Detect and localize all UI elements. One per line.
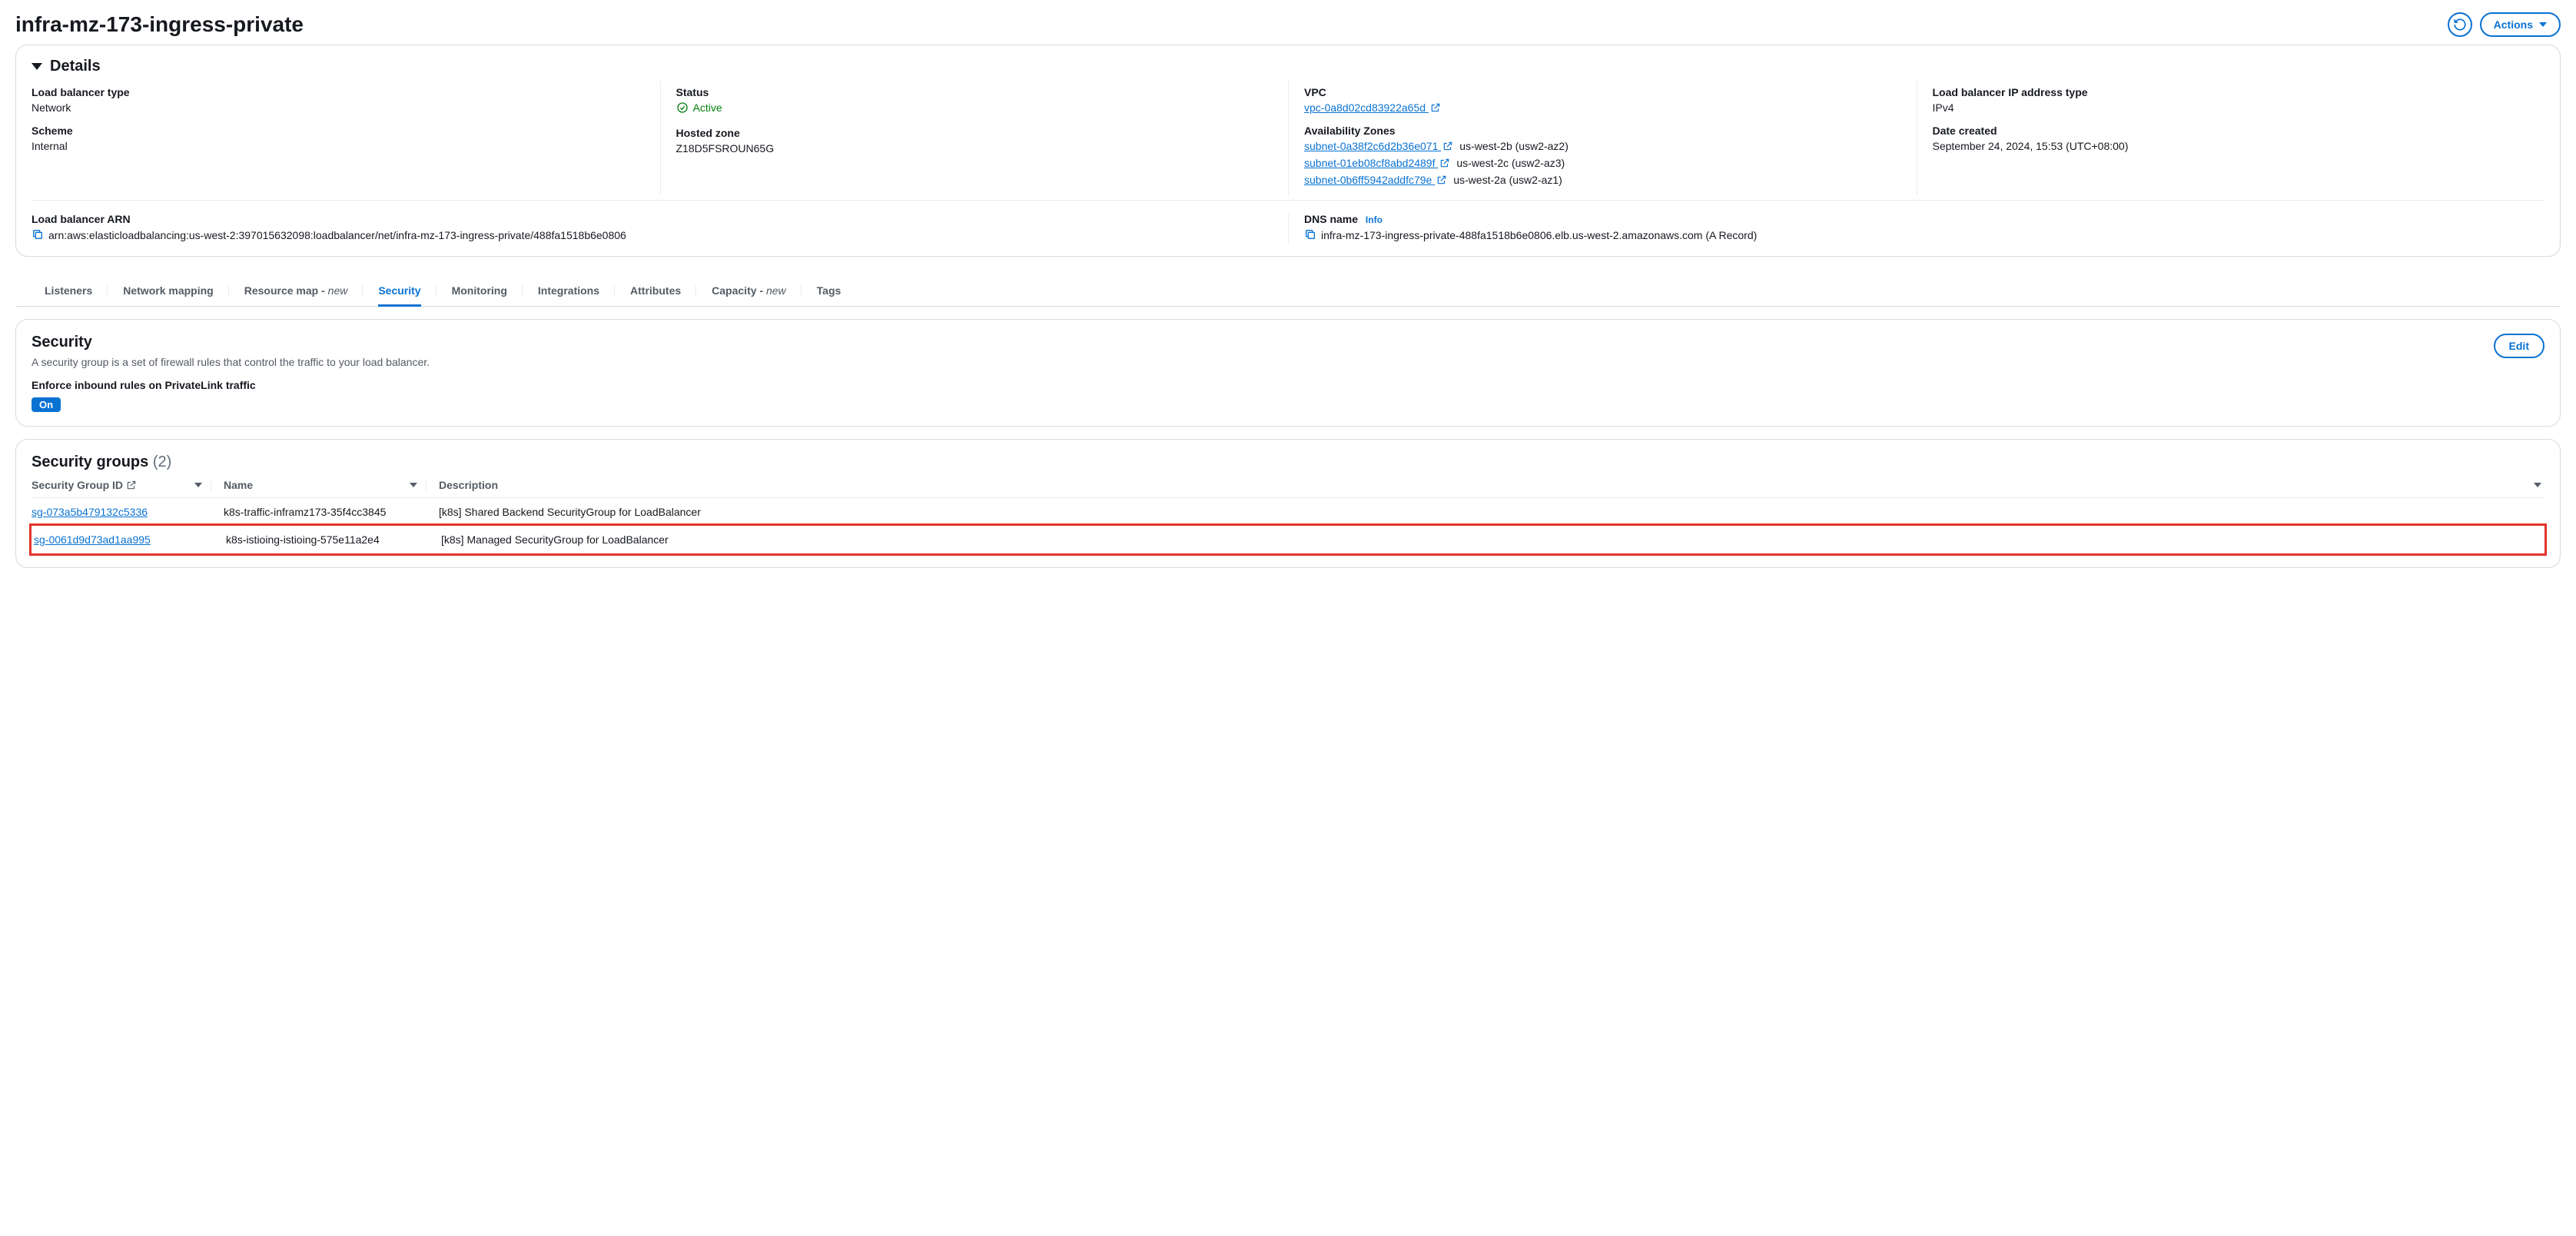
- sg-title: Security groups (2): [32, 454, 2544, 471]
- az-zone-suffix: us-west-2b (usw2-az2): [1459, 140, 1569, 152]
- tab-capacity[interactable]: Capacity - new: [712, 275, 786, 306]
- sg-count: (2): [153, 454, 171, 470]
- details-title: Details: [50, 58, 101, 75]
- created-value: September 24, 2024, 15:53 (UTC+08:00): [1933, 140, 2530, 152]
- arn-value: arn:aws:elasticloadbalancing:us-west-2:3…: [48, 228, 626, 244]
- security-desc: A security group is a set of firewall ru…: [32, 356, 430, 368]
- external-link-icon: [1430, 102, 1441, 113]
- highlighted-row: sg-0061d9d73ad1aa995 k8s-istioing-istioi…: [29, 523, 2547, 556]
- arn-label: Load balancer ARN: [32, 213, 1273, 225]
- tab-bar: Listeners Network mapping Resource map -…: [15, 275, 2561, 307]
- az-subnet-link[interactable]: subnet-0a38f2c6d2b36e071: [1304, 140, 1453, 152]
- caret-down-icon: [32, 63, 42, 70]
- tab-security[interactable]: Security: [378, 275, 420, 306]
- az-subnet-link[interactable]: subnet-01eb08cf8abd2489f: [1304, 157, 1450, 169]
- copy-icon[interactable]: [32, 228, 44, 241]
- info-link[interactable]: Info: [1366, 214, 1383, 225]
- dns-value: infra-mz-173-ingress-private-488fa1518b6…: [1321, 228, 1757, 244]
- sg-table-header: Security Group ID Name Description: [32, 471, 2544, 498]
- az-zone-suffix: us-west-2a (usw2-az1): [1453, 174, 1562, 186]
- lb-type-label: Load balancer type: [32, 86, 645, 98]
- sg-name: k8s-traffic-inframz173-35f4cc3845: [224, 506, 439, 518]
- vpc-link[interactable]: vpc-0a8d02cd83922a65d: [1304, 101, 1441, 114]
- hosted-zone-label: Hosted zone: [676, 127, 1273, 139]
- external-link-icon: [1439, 158, 1450, 168]
- az-subnet-link[interactable]: subnet-0b6ff5942addfc79e: [1304, 174, 1447, 186]
- external-link-icon: [126, 480, 137, 490]
- on-badge: On: [32, 397, 61, 412]
- hosted-zone-value: Z18D5FSROUN65G: [676, 142, 1273, 154]
- tab-listeners[interactable]: Listeners: [45, 275, 92, 306]
- tab-integrations[interactable]: Integrations: [538, 275, 599, 306]
- tab-monitoring[interactable]: Monitoring: [452, 275, 507, 306]
- refresh-button[interactable]: [2448, 12, 2472, 37]
- sort-icon: [410, 483, 417, 487]
- scheme-value: Internal: [32, 140, 645, 152]
- dns-label: DNS name Info: [1304, 213, 2529, 225]
- external-link-icon: [1442, 141, 1453, 151]
- col-header-name[interactable]: Name: [224, 479, 439, 491]
- details-panel: Details Load balancer type Network Schem…: [15, 45, 2561, 257]
- created-label: Date created: [1933, 125, 2530, 137]
- az-label: Availability Zones: [1304, 125, 1901, 137]
- vpc-label: VPC: [1304, 86, 1901, 98]
- chevron-down-icon: [2539, 22, 2547, 27]
- header-actions: Actions: [2448, 12, 2561, 37]
- actions-label: Actions: [2494, 18, 2533, 31]
- check-circle-icon: [676, 101, 689, 114]
- actions-button[interactable]: Actions: [2480, 12, 2561, 37]
- table-row: sg-073a5b479132c5336 k8s-traffic-inframz…: [32, 498, 2544, 526]
- page-header: infra-mz-173-ingress-private Actions: [15, 0, 2561, 45]
- enforce-label: Enforce inbound rules on PrivateLink tra…: [32, 379, 2544, 391]
- ip-type-label: Load balancer IP address type: [1933, 86, 2530, 98]
- tab-attributes[interactable]: Attributes: [630, 275, 681, 306]
- az-zone-suffix: us-west-2c (usw2-az3): [1456, 157, 1565, 169]
- status-value: Active: [676, 101, 722, 114]
- sort-icon: [194, 483, 202, 487]
- external-link-icon: [1436, 174, 1447, 185]
- sg-name: k8s-istioing-istioing-575e11a2e4: [226, 533, 441, 546]
- sg-desc: [k8s] Shared Backend SecurityGroup for L…: [439, 506, 2544, 518]
- scheme-label: Scheme: [32, 125, 645, 137]
- sg-id-link[interactable]: sg-073a5b479132c5336: [32, 506, 148, 518]
- security-title: Security: [32, 334, 430, 351]
- details-header[interactable]: Details: [32, 58, 2544, 75]
- tab-resource-map[interactable]: Resource map - new: [244, 275, 348, 306]
- col-header-desc[interactable]: Description: [439, 479, 2544, 491]
- page-title: infra-mz-173-ingress-private: [15, 12, 304, 37]
- security-groups-panel: Security groups (2) Security Group ID Na…: [15, 439, 2561, 568]
- status-label: Status: [676, 86, 1273, 98]
- sg-id-link[interactable]: sg-0061d9d73ad1aa995: [34, 533, 151, 546]
- tab-network-mapping[interactable]: Network mapping: [123, 275, 213, 306]
- copy-icon[interactable]: [1304, 228, 1316, 241]
- table-row: sg-0061d9d73ad1aa995 k8s-istioing-istioi…: [32, 526, 2544, 553]
- tab-tags[interactable]: Tags: [817, 275, 842, 306]
- sort-icon: [2534, 483, 2541, 487]
- col-header-id[interactable]: Security Group ID: [32, 479, 224, 491]
- security-panel: Security A security group is a set of fi…: [15, 319, 2561, 427]
- lb-type-value: Network: [32, 101, 645, 114]
- sg-desc: [k8s] Managed SecurityGroup for LoadBala…: [441, 533, 2542, 546]
- edit-button[interactable]: Edit: [2494, 334, 2544, 358]
- ip-type-value: IPv4: [1933, 101, 2530, 114]
- refresh-icon: [2453, 18, 2467, 32]
